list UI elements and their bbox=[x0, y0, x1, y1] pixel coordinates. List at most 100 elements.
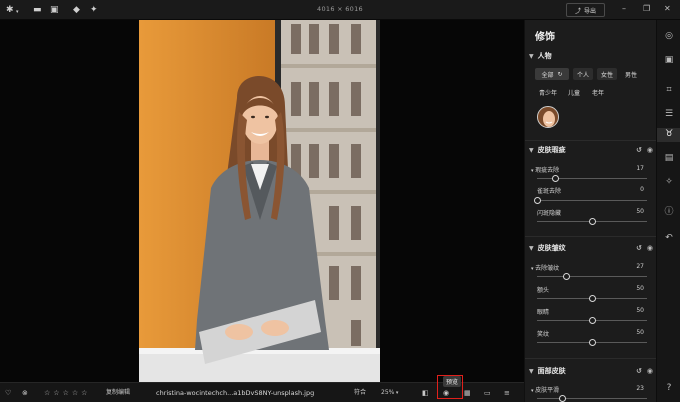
face-avatar[interactable] bbox=[537, 106, 559, 128]
shine-hide-slider[interactable] bbox=[537, 218, 647, 225]
slider-knob[interactable] bbox=[558, 395, 566, 402]
folder-icon[interactable]: ▬ bbox=[33, 5, 42, 15]
zoom-chevron-icon: ▾ bbox=[394, 390, 399, 396]
filter-person[interactable]: 个人 bbox=[573, 68, 593, 80]
star-icon[interactable]: ☆ bbox=[72, 389, 78, 397]
skin-smoothing-slider[interactable] bbox=[537, 395, 647, 402]
shine-hide-label: 闪斑隐藏 bbox=[537, 210, 562, 217]
slider-knob[interactable] bbox=[563, 273, 571, 280]
portrait-photo[interactable] bbox=[139, 20, 380, 382]
filter-elderly[interactable]: 老年 bbox=[587, 86, 609, 98]
ai-scan-icon[interactable]: ▣ bbox=[657, 54, 680, 66]
undo-history-icon[interactable]: ↶ bbox=[657, 232, 680, 244]
copy-edit-button[interactable]: 复制编辑 bbox=[106, 388, 130, 398]
filter-female[interactable]: 女性 bbox=[597, 68, 617, 80]
zoom-value: 25% bbox=[381, 389, 395, 396]
logo-menu-chevron-icon[interactable]: ▾ bbox=[16, 7, 19, 17]
refresh-icon: ↻ bbox=[557, 70, 563, 78]
portrait-illustration bbox=[139, 20, 380, 382]
crop-icon[interactable]: ⌗ bbox=[657, 84, 680, 96]
zoom-level[interactable]: 25% ▾ bbox=[381, 388, 398, 398]
sparkle-icon[interactable]: ✧ bbox=[657, 176, 680, 188]
section-divider bbox=[525, 358, 656, 359]
forehead-slider[interactable] bbox=[537, 295, 647, 302]
close-icon[interactable]: ✕ bbox=[664, 4, 671, 13]
minimize-icon[interactable]: – bbox=[622, 4, 626, 13]
section-actions: ↺ ◉ bbox=[636, 244, 653, 252]
filter-male[interactable]: 男性 bbox=[621, 68, 641, 80]
section-divider bbox=[525, 140, 656, 141]
sliders-icon[interactable]: ☰ bbox=[657, 108, 680, 120]
export-button[interactable]: ⤴ 导出 bbox=[566, 3, 605, 17]
slider-knob[interactable] bbox=[533, 197, 541, 204]
section-skin-blemish-title: 皮肤瑕疵 bbox=[537, 146, 566, 154]
wand-icon[interactable]: ✦ bbox=[90, 5, 98, 15]
eyes-value: 50 bbox=[636, 307, 644, 314]
export-label: 导出 bbox=[584, 7, 597, 15]
blemish-removal-text: 瑕疵去除 bbox=[535, 167, 560, 174]
top-bar: ✱ ▾ ▬ ▣ ◆ ✦ 4016 × 6016 ⤴ 导出 – ❐ ✕ bbox=[0, 0, 680, 20]
star-icon[interactable]: ☆ bbox=[63, 389, 69, 397]
reset-icon[interactable]: ↺ bbox=[636, 367, 642, 375]
section-actions: ↺ ◉ bbox=[636, 367, 653, 375]
wrinkle-removal-slider[interactable] bbox=[537, 273, 647, 280]
retouch-panel: 修饰 ▼ 人物 全部 ↻ 个人 女性 男性 青少年 儿童 老年 ▼ 皮肤瑕疵 ↺… bbox=[524, 20, 656, 402]
star-icon[interactable]: ☆ bbox=[44, 389, 50, 397]
slider-knob[interactable] bbox=[588, 218, 596, 225]
preview-tooltip: 预览 bbox=[443, 376, 462, 387]
blemish-removal-value: 17 bbox=[636, 165, 644, 172]
maximize-icon[interactable]: ❐ bbox=[643, 4, 650, 13]
filter-teen[interactable]: 青少年 bbox=[535, 86, 561, 98]
blemish-removal-label: ▾ 瑕疵去除 bbox=[531, 165, 560, 174]
skin-smoothing-label: ▾ 皮肤平滑 bbox=[531, 385, 559, 394]
wrinkle-removal-text: 去除皱纹 bbox=[535, 265, 560, 272]
compare-split-icon[interactable]: ◧ bbox=[422, 388, 429, 398]
reject-icon[interactable]: ⊗ bbox=[22, 388, 28, 398]
star-icon[interactable]: ☆ bbox=[81, 389, 87, 397]
logo-icon[interactable]: ✱ bbox=[6, 5, 14, 15]
reset-icon[interactable]: ↺ bbox=[636, 146, 642, 154]
grid-view-icon[interactable]: ▦ bbox=[464, 388, 471, 398]
tool-rail: ◎ ▣ ⌗ ☰ ♉ ▤ ✧ ⓘ ↶ ? bbox=[656, 20, 680, 402]
image-canvas[interactable] bbox=[0, 20, 524, 382]
chevron-down-icon: ▼ bbox=[529, 367, 534, 375]
reset-icon[interactable]: ↺ bbox=[636, 244, 642, 252]
blemish-removal-slider[interactable] bbox=[537, 175, 647, 182]
slider-knob[interactable] bbox=[588, 295, 596, 302]
face-thumbnail bbox=[538, 107, 558, 127]
slider-knob[interactable] bbox=[552, 175, 560, 182]
filter-child[interactable]: 儿童 bbox=[563, 86, 585, 98]
section-skin-wrinkles-header[interactable]: ▼ 皮肤皱纹 ↺ ◉ bbox=[529, 242, 653, 254]
smile-lines-value: 50 bbox=[636, 329, 644, 336]
freckle-removal-slider[interactable] bbox=[533, 197, 647, 204]
favorite-heart-icon[interactable]: ♡ bbox=[5, 388, 11, 398]
help-icon[interactable]: ? bbox=[657, 382, 680, 394]
adjust-icon[interactable]: ◎ bbox=[657, 30, 680, 42]
sort-icon[interactable]: ≡ bbox=[504, 388, 510, 398]
section-people-header[interactable]: ▼ 人物 bbox=[529, 50, 653, 62]
info-icon[interactable]: ⓘ bbox=[657, 206, 680, 218]
star-rating[interactable]: ☆ ☆ ☆ ☆ ☆ bbox=[44, 388, 90, 398]
chevron-down-icon: ▼ bbox=[529, 244, 534, 252]
filter-all[interactable]: 全部 ↻ bbox=[535, 68, 569, 80]
slider-knob[interactable] bbox=[588, 317, 596, 324]
star-icon[interactable]: ☆ bbox=[53, 389, 59, 397]
freckle-removal-label: 雀斑去除 bbox=[537, 188, 562, 195]
section-skin-wrinkles-title: 皮肤皱纹 bbox=[537, 244, 566, 252]
retouch-face-icon[interactable]: ♉ bbox=[657, 128, 680, 142]
eyes-slider[interactable] bbox=[537, 317, 647, 324]
visibility-eye-icon[interactable]: ◉ bbox=[647, 146, 653, 154]
visibility-eye-icon[interactable]: ◉ bbox=[647, 367, 653, 375]
section-face-skin-header[interactable]: ▼ 面部皮肤 ↺ ◉ bbox=[529, 365, 653, 377]
image-icon[interactable]: ▣ bbox=[50, 5, 59, 15]
filmstrip-icon[interactable]: ▭ bbox=[484, 388, 491, 398]
slider-knob[interactable] bbox=[588, 339, 596, 346]
section-face-skin-title: 面部皮肤 bbox=[537, 367, 566, 375]
eraser-icon[interactable]: ◆ bbox=[73, 5, 80, 15]
fit-button[interactable]: 符合 bbox=[354, 388, 366, 398]
layers-icon[interactable]: ▤ bbox=[657, 152, 680, 164]
chevron-down-icon: ▼ bbox=[529, 146, 534, 154]
visibility-eye-icon[interactable]: ◉ bbox=[647, 244, 653, 252]
section-skin-blemish-header[interactable]: ▼ 皮肤瑕疵 ↺ ◉ bbox=[529, 144, 653, 156]
smile-lines-slider[interactable] bbox=[537, 339, 647, 346]
